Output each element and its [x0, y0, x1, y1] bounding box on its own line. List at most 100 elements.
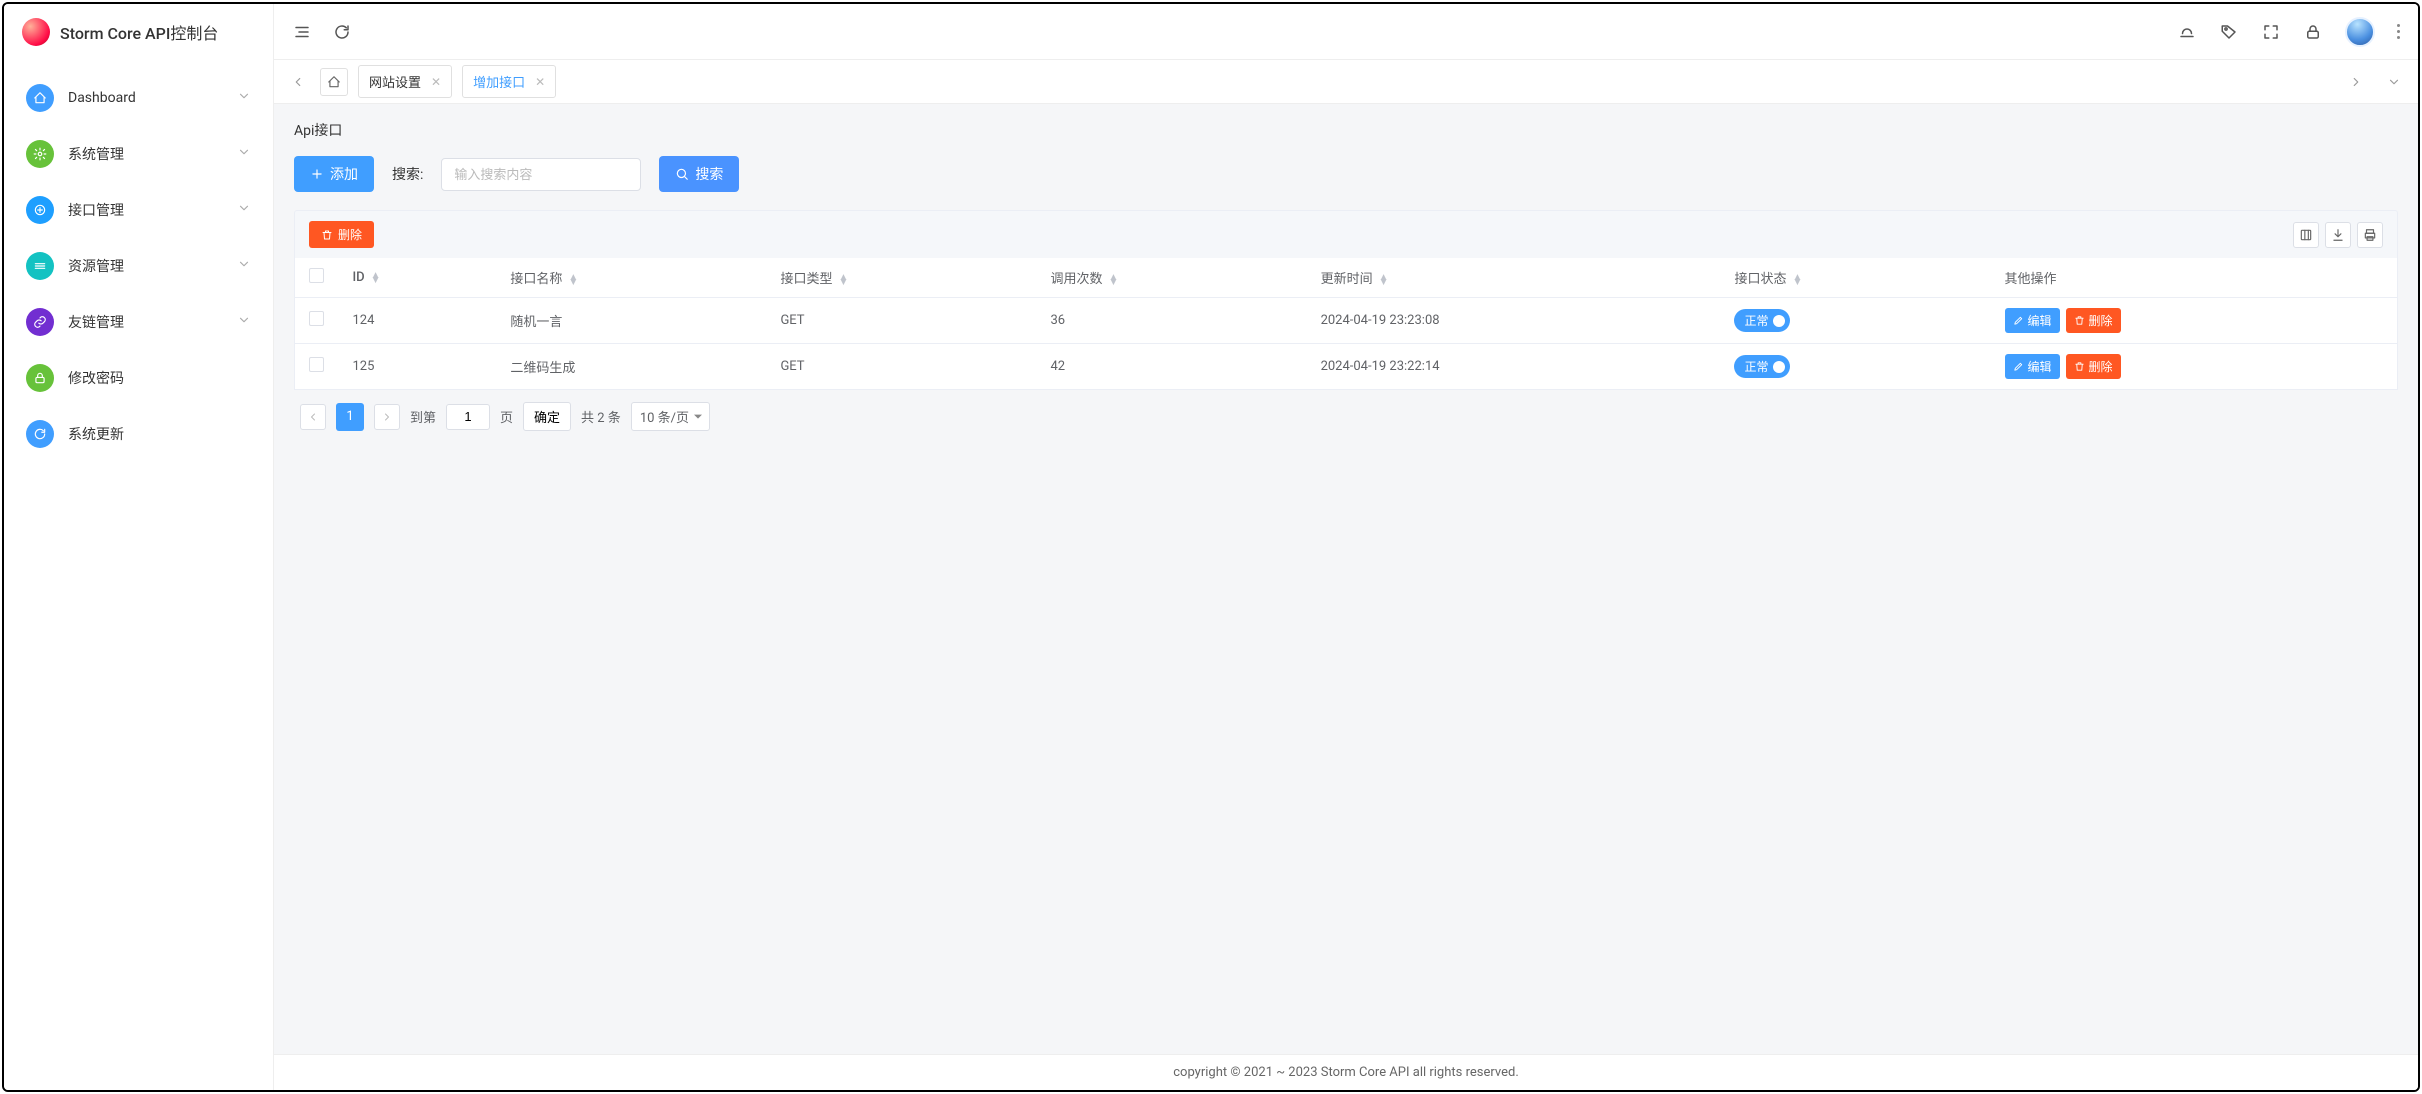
chevron-down-icon [237, 145, 251, 163]
app-title: Storm Core API控制台 [60, 20, 218, 44]
col-count[interactable]: 调用次数 [1051, 272, 1103, 287]
cell-name: 随机一言 [496, 298, 766, 344]
sort-icon[interactable]: ▲▼ [371, 273, 381, 283]
print-icon[interactable] [2357, 222, 2383, 248]
page-size-select[interactable]: 10 条/页 [631, 402, 710, 431]
tag-icon[interactable] [2219, 22, 2239, 42]
col-name[interactable]: 接口名称 [510, 272, 562, 287]
lock-icon [26, 364, 54, 392]
gear-icon [26, 140, 54, 168]
tab-site-settings[interactable]: 网站设置 ✕ [358, 65, 452, 98]
sidebar-menu: Dashboard 系统管理 接口管理 资源管理 友链管理 [4, 60, 273, 1090]
sidebar-item-label: 修改密码 [68, 368, 251, 388]
col-updated[interactable]: 更新时间 [1321, 272, 1373, 287]
col-actions: 其他操作 [2005, 272, 2057, 287]
page-prev[interactable] [300, 404, 326, 430]
footer: copyright © 2021 ~ 2023 Storm Core API a… [274, 1054, 2418, 1090]
lock-icon[interactable] [2303, 22, 2323, 42]
chevron-down-icon [237, 89, 251, 107]
delete-button[interactable]: 删除 [2066, 354, 2121, 379]
cell-id: 125 [339, 344, 497, 390]
sort-icon[interactable]: ▲▼ [568, 275, 578, 285]
cell-updated: 2024-04-19 23:23:08 [1307, 298, 1721, 344]
edit-label: 编辑 [2028, 358, 2052, 375]
col-type[interactable]: 接口类型 [780, 272, 832, 287]
sort-icon[interactable]: ▲▼ [1379, 275, 1389, 285]
sort-icon[interactable]: ▲▼ [838, 275, 848, 285]
avatar[interactable] [2345, 17, 2375, 47]
more-menu-icon[interactable] [2397, 24, 2400, 39]
batch-delete-button[interactable]: 删除 [309, 221, 374, 248]
add-button-label: 添加 [330, 164, 358, 184]
chevron-down-icon [237, 257, 251, 275]
api-icon [26, 196, 54, 224]
action-bar: 添加 搜索: 搜索 [294, 156, 2398, 192]
app-brand: Storm Core API控制台 [4, 4, 273, 60]
status-label: 正常 [1744, 312, 1768, 329]
columns-icon[interactable] [2293, 222, 2319, 248]
collapse-sidebar-button[interactable] [292, 22, 312, 42]
export-icon[interactable] [2325, 222, 2351, 248]
tab-label: 网站设置 [369, 72, 421, 91]
page-number[interactable]: 1 [336, 403, 364, 431]
delete-label: 删除 [2089, 358, 2113, 375]
sidebar-item-links[interactable]: 友链管理 [4, 294, 273, 350]
footer-text: copyright © 2021 ~ 2023 Storm Core API a… [1173, 1065, 1519, 1080]
fullscreen-icon[interactable] [2261, 22, 2281, 42]
cell-updated: 2024-04-19 23:22:14 [1307, 344, 1721, 390]
tab-menu-dropdown[interactable] [2382, 70, 2406, 94]
tab-scroll-right[interactable] [2344, 70, 2368, 94]
status-label: 正常 [1744, 358, 1768, 375]
add-button[interactable]: 添加 [294, 156, 374, 192]
sort-icon[interactable]: ▲▼ [1109, 275, 1119, 285]
home-icon [26, 84, 54, 112]
cell-count: 36 [1037, 298, 1307, 344]
sidebar-item-system[interactable]: 系统管理 [4, 126, 273, 182]
goto-input[interactable] [446, 404, 490, 430]
search-button[interactable]: 搜索 [659, 156, 739, 192]
page-next[interactable] [374, 404, 400, 430]
sidebar-item-api[interactable]: 接口管理 [4, 182, 273, 238]
tabbar: 网站设置 ✕ 增加接口 ✕ [274, 60, 2418, 104]
theme-icon[interactable] [2177, 22, 2197, 42]
sidebar-item-label: 系统更新 [68, 424, 251, 444]
sidebar-item-update[interactable]: 系统更新 [4, 406, 273, 462]
col-id[interactable]: ID [353, 270, 365, 285]
tab-label: 增加接口 [473, 72, 525, 91]
cell-type: GET [766, 344, 1036, 390]
refresh-button[interactable] [332, 22, 352, 42]
delete-button[interactable]: 删除 [2066, 308, 2121, 333]
sidebar-item-label: Dashboard [68, 90, 223, 106]
table-toolbar: 删除 [294, 210, 2398, 258]
chevron-down-icon [237, 201, 251, 219]
sidebar-item-label: 接口管理 [68, 200, 223, 220]
close-icon[interactable]: ✕ [431, 75, 441, 89]
close-icon[interactable]: ✕ [535, 75, 545, 89]
tab-add-api[interactable]: 增加接口 ✕ [462, 65, 556, 98]
tab-scroll-left[interactable] [286, 70, 310, 94]
status-toggle[interactable]: 正常 [1734, 355, 1790, 378]
row-checkbox[interactable] [309, 311, 324, 326]
main-area: 网站设置 ✕ 增加接口 ✕ Api接口 添加 搜索 [274, 4, 2418, 1090]
sidebar-item-resource[interactable]: 资源管理 [4, 238, 273, 294]
refresh-icon [26, 420, 54, 448]
cell-name: 二维码生成 [496, 344, 766, 390]
topbar [274, 4, 2418, 60]
edit-button[interactable]: 编辑 [2005, 308, 2060, 333]
col-status[interactable]: 接口状态 [1734, 272, 1786, 287]
search-input[interactable] [441, 158, 641, 191]
status-toggle[interactable]: 正常 [1734, 309, 1790, 332]
select-all-checkbox[interactable] [309, 268, 324, 283]
sidebar-item-password[interactable]: 修改密码 [4, 350, 273, 406]
edit-button[interactable]: 编辑 [2005, 354, 2060, 379]
cell-count: 42 [1037, 344, 1307, 390]
table-row: 124 随机一言 GET 36 2024-04-19 23:23:08 正常 编… [295, 298, 2398, 344]
delete-label: 删除 [2089, 312, 2113, 329]
search-label: 搜索: [392, 164, 423, 184]
goto-confirm[interactable]: 确定 [523, 402, 571, 431]
tab-home[interactable] [320, 68, 348, 96]
row-checkbox[interactable] [309, 357, 324, 372]
batch-delete-label: 删除 [338, 226, 362, 243]
sort-icon[interactable]: ▲▼ [1792, 275, 1802, 285]
sidebar-item-dashboard[interactable]: Dashboard [4, 70, 273, 126]
